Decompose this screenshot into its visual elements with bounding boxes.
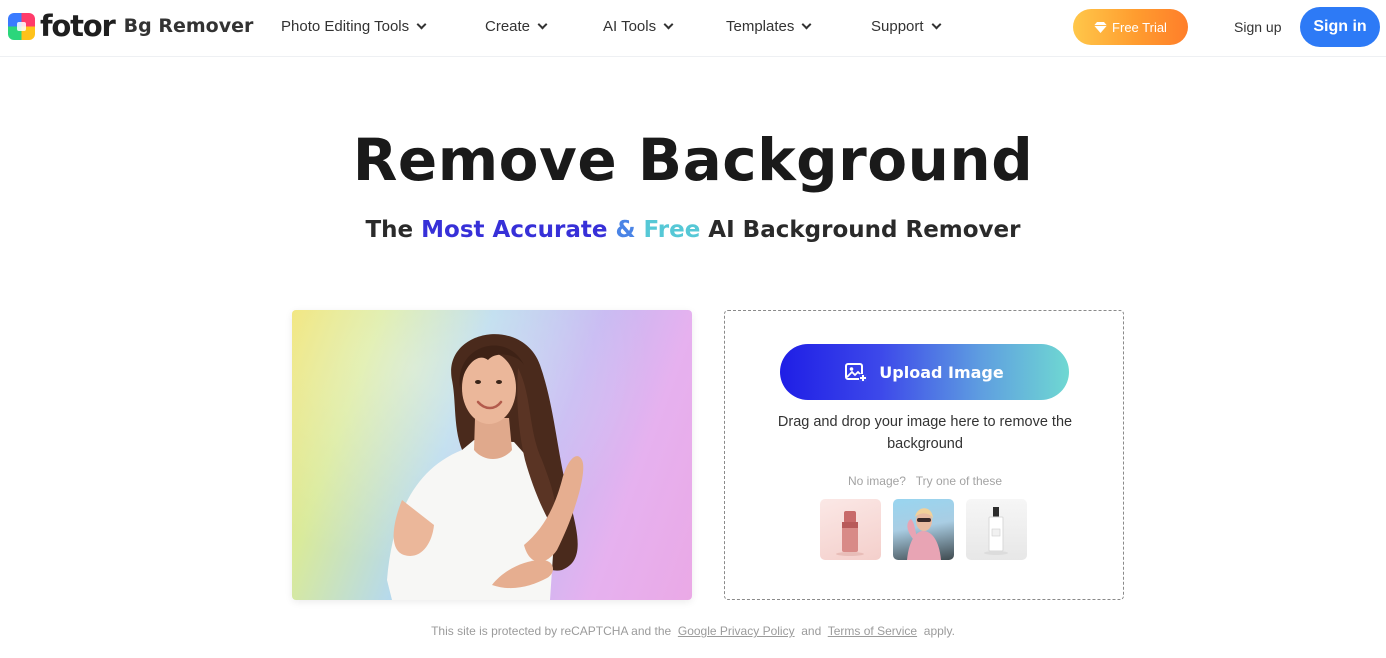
subtitle-suffix: AI Background Remover <box>700 217 1021 243</box>
sign-in-button[interactable]: Sign in <box>1300 7 1380 47</box>
nav-photo-editing-tools[interactable]: Photo Editing Tools <box>281 18 427 35</box>
demo-image <box>292 310 692 600</box>
chevron-down-icon <box>801 19 812 30</box>
page-title: Remove Background <box>352 126 1034 194</box>
no-image-label: No image? <box>847 474 906 488</box>
sample-images <box>820 499 1039 560</box>
terms-of-service-link[interactable]: Terms of Service <box>828 624 917 638</box>
woman-photo-icon <box>907 508 941 560</box>
nav-label: Photo Editing Tools <box>281 18 410 35</box>
nav-support[interactable]: Support <box>871 18 941 35</box>
lipstick-icon <box>836 511 864 556</box>
subtitle-prefix: The <box>365 217 422 243</box>
top-navbar: fotor Bg Remover Photo Editing Tools Cre… <box>0 0 1386 57</box>
recaptcha-notice: This site is protected by reCAPTCHA and … <box>0 624 1386 638</box>
free-trial-label: Free Trial <box>1112 19 1167 35</box>
recaptcha-text: This site is protected by reCAPTCHA and … <box>431 624 672 638</box>
chevron-down-icon <box>663 19 674 30</box>
fotor-logo-icon <box>8 13 35 40</box>
fotor-logo[interactable]: fotor Bg Remover <box>8 12 253 41</box>
recaptcha-apply: apply. <box>923 624 955 638</box>
product-name: Bg Remover <box>123 15 254 37</box>
subtitle-highlight-accurate: Most Accurate <box>421 217 608 243</box>
sample-image-perfume[interactable] <box>966 499 1027 560</box>
nav-templates[interactable]: Templates <box>726 18 812 35</box>
woman-portrait-illustration <box>387 334 584 600</box>
upload-image-label: Upload Image <box>879 362 1004 382</box>
upload-image-button[interactable]: Upload Image <box>780 344 1069 400</box>
diamond-icon <box>1094 21 1108 33</box>
nav-label: Templates <box>726 18 795 35</box>
sample-hint: No image? Try one of these <box>725 474 1125 488</box>
drag-drop-hint: Drag and drop your image here to remove … <box>777 414 1073 452</box>
nav-label: Support <box>871 18 924 35</box>
page-subtitle: The Most Accurate & Free AI Background R… <box>0 214 1386 246</box>
brand-name: fotor <box>40 9 116 43</box>
nav-label: Create <box>485 18 531 35</box>
free-trial-button[interactable]: Free Trial <box>1073 9 1188 45</box>
sign-up-link[interactable]: Sign up <box>1234 19 1281 35</box>
nav-ai-tools[interactable]: AI Tools <box>603 18 674 35</box>
sample-image-woman[interactable] <box>893 499 954 560</box>
nav-create[interactable]: Create <box>485 18 548 35</box>
nav-label: AI Tools <box>603 18 657 35</box>
subtitle-ampersand: & <box>607 217 644 243</box>
subtitle-highlight-free: Free <box>643 217 701 243</box>
try-label: Try one of these <box>915 474 1003 488</box>
chevron-down-icon <box>416 19 427 30</box>
chevron-down-icon <box>537 19 548 30</box>
upload-dropzone[interactable]: Upload Image Drag and drop your image he… <box>724 310 1124 600</box>
recaptcha-and: and <box>801 624 822 638</box>
sample-image-lipstick[interactable] <box>820 499 881 560</box>
chevron-down-icon <box>931 19 941 30</box>
add-image-icon <box>845 363 868 382</box>
privacy-policy-link[interactable]: Google Privacy Policy <box>678 624 795 638</box>
perfume-bottle-icon <box>984 507 1008 555</box>
